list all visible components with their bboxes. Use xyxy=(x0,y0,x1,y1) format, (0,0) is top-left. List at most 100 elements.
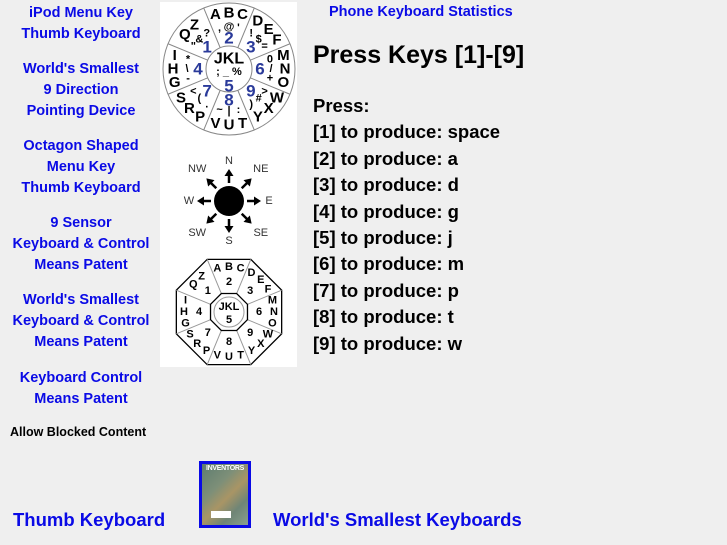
compass-ball xyxy=(214,186,244,216)
sector-letter: D xyxy=(252,12,263,29)
sector-letter: B xyxy=(224,5,235,22)
link-line: Keyboard Control xyxy=(19,370,143,386)
link-line: Menu Key xyxy=(46,159,116,175)
page-heading: Press Keys [1]-[9] xyxy=(313,41,525,69)
press-line-2: [2] to produce: a xyxy=(313,147,458,169)
octagon-letter: G xyxy=(181,318,190,330)
sector-symbol: ( xyxy=(197,93,201,105)
center-digit: 5 xyxy=(224,77,233,96)
worlds-smallest-keyboards-link[interactable]: World's Smallest Keyboards xyxy=(273,509,522,531)
sector-letter: C xyxy=(237,6,248,23)
press-line-9: [9] to produce: w xyxy=(313,332,463,354)
arrow-head-icon xyxy=(224,169,234,176)
compass-label: N xyxy=(225,155,233,167)
sector-symbol: , xyxy=(218,22,221,34)
sector-digit: 7 xyxy=(202,81,211,100)
sector-letter: Z xyxy=(190,16,199,33)
link-line: iPod Menu Key xyxy=(29,5,133,21)
octagon-letter: Q xyxy=(189,279,198,291)
magazine-title: INVENTORS xyxy=(205,465,244,472)
link-line: World's Smallest xyxy=(23,61,139,77)
octagon-letter: B xyxy=(225,261,233,273)
sector-digit: 6 xyxy=(255,60,264,79)
link-9-direction-pointing-device[interactable]: World's Smallest 9 Direction Pointing De… xyxy=(0,59,162,122)
octagon-letter: S xyxy=(186,329,193,341)
link-9-sensor-keyboard-patent[interactable]: 9 Sensor Keyboard & Control Means Patent xyxy=(0,213,162,276)
link-octagon-menu-key-thumb-keyboard[interactable]: Octagon Shaped Menu Key Thumb Keyboard xyxy=(0,136,162,199)
press-instructions: Press: [1] to produce: space [2] to prod… xyxy=(313,93,500,357)
octagon-letter: Z xyxy=(198,270,205,282)
octagon-letter: T xyxy=(237,349,244,361)
octagon-letter: N xyxy=(270,306,278,318)
octagon-letter: V xyxy=(214,349,222,361)
sector-digit: 1 xyxy=(202,38,211,57)
compass-label: E xyxy=(265,195,272,207)
sector-symbol: * xyxy=(186,54,191,66)
octagon-letter: E xyxy=(257,274,264,286)
compass-label: S xyxy=(225,235,232,247)
allow-blocked-content[interactable]: Allow Blocked Content xyxy=(10,425,146,439)
octagon-letter: H xyxy=(180,306,188,318)
sector-letter: S xyxy=(176,89,186,106)
sector-digit: 9 xyxy=(246,81,255,100)
link-line: Octagon Shaped xyxy=(23,138,139,154)
sector-digit: 2 xyxy=(224,29,233,48)
arrow-head-icon xyxy=(254,196,261,206)
phone-keyboard-statistics-link[interactable]: Phone Keyboard Statistics xyxy=(329,4,513,20)
sector-digit: 4 xyxy=(193,60,203,79)
compass-label: W xyxy=(184,195,195,207)
magazine-label xyxy=(211,511,231,518)
sector-letter: A xyxy=(210,6,221,23)
octagon-digit: 6 xyxy=(256,306,262,318)
arrow-head-icon xyxy=(197,196,204,206)
sector-letter: T xyxy=(238,115,247,132)
octagon-digit: 9 xyxy=(247,327,253,339)
center-letters: JKL xyxy=(214,51,244,68)
link-line: 9 Direction xyxy=(43,82,119,98)
octagon-center-letters: JKL xyxy=(219,301,240,313)
sector-symbol: ~ xyxy=(216,104,223,116)
sector-letter: U xyxy=(224,117,235,134)
octagon-keyboard-diagram[interactable]: A B C2DEF3MNO6WXY9TUV8PRS 7GHI4QZ1JKL5 xyxy=(175,258,283,366)
link-worlds-smallest-keyboard-patent[interactable]: World's Smallest Keyboard & Control Mean… xyxy=(0,290,162,353)
link-line: Means Patent xyxy=(34,334,128,350)
sector-symbol: ' xyxy=(237,22,240,34)
sector-letter: P xyxy=(195,109,205,126)
press-label: Press: xyxy=(313,95,370,116)
link-line: Means Patent xyxy=(34,257,128,273)
sector-letter: V xyxy=(210,115,220,132)
compass-pointing-device-diagram[interactable]: N NE E SE S SW W NW xyxy=(184,155,273,247)
compass-label: NE xyxy=(253,163,268,175)
link-line: Means Patent xyxy=(34,391,128,407)
octagon-letter: X xyxy=(257,338,265,350)
thumb-keyboard-link[interactable]: Thumb Keyboard xyxy=(13,509,165,531)
sector-letter: I xyxy=(173,47,177,64)
link-line: Thumb Keyboard xyxy=(21,180,141,196)
sector-symbol: # xyxy=(256,93,262,105)
link-keyboard-control-patent[interactable]: Keyboard Control Means Patent xyxy=(0,368,162,410)
link-line: Thumb Keyboard xyxy=(21,26,141,42)
inventors-magazine-cover-link[interactable]: INVENTORS xyxy=(199,461,251,528)
sector-symbol: < xyxy=(190,85,196,97)
octagon-letter: M xyxy=(268,294,277,306)
octagon-letter: U xyxy=(225,351,233,363)
press-line-1: [1] to produce: space xyxy=(313,121,501,143)
octagon-digit: 4 xyxy=(196,306,203,318)
keyboard-diagrams: A B C, @ '2D EF! $=3 MNO0/+6WXY>#)9TUV:|~8PRS .(… xyxy=(162,2,296,366)
link-line: Pointing Device xyxy=(26,103,136,119)
compass-label: SE xyxy=(253,227,268,239)
press-line-4: [4] to produce: g xyxy=(313,200,459,222)
sector-letter: X xyxy=(264,100,274,117)
press-line-7: [7] to produce: p xyxy=(313,279,459,301)
circular-keyboard-diagram[interactable]: A B C, @ '2D EF! $=3 MNO0/+6WXY>#)9TUV:|~8PRS .(… xyxy=(162,2,296,136)
link-ipod-menu-key-thumb-keyboard[interactable]: iPod Menu Key Thumb Keyboard xyxy=(0,3,162,45)
press-line-3: [3] to produce: d xyxy=(313,174,459,196)
sector-letter: Y xyxy=(253,109,263,126)
sector-symbol: = xyxy=(261,41,267,53)
sector-symbol: > xyxy=(261,85,267,97)
octagon-digit: 7 xyxy=(205,327,211,339)
octagon-letter: C xyxy=(237,263,245,275)
octagon-digit: 3 xyxy=(247,285,253,297)
compass-label: SW xyxy=(188,227,206,239)
link-line: Keyboard & Control xyxy=(12,236,150,252)
